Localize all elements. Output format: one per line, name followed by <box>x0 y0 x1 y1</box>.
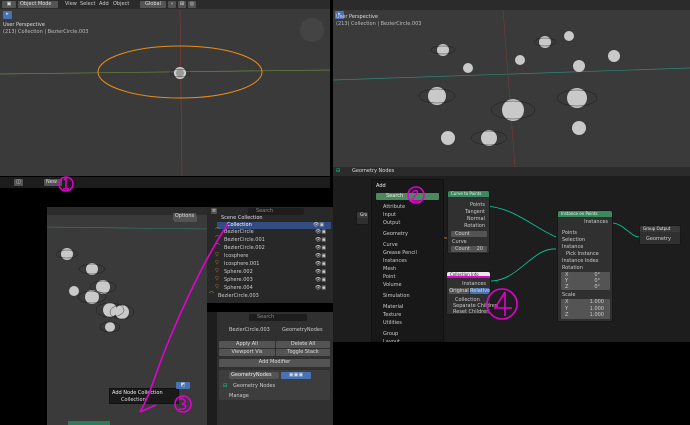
annotation-overlay <box>139 186 518 413</box>
